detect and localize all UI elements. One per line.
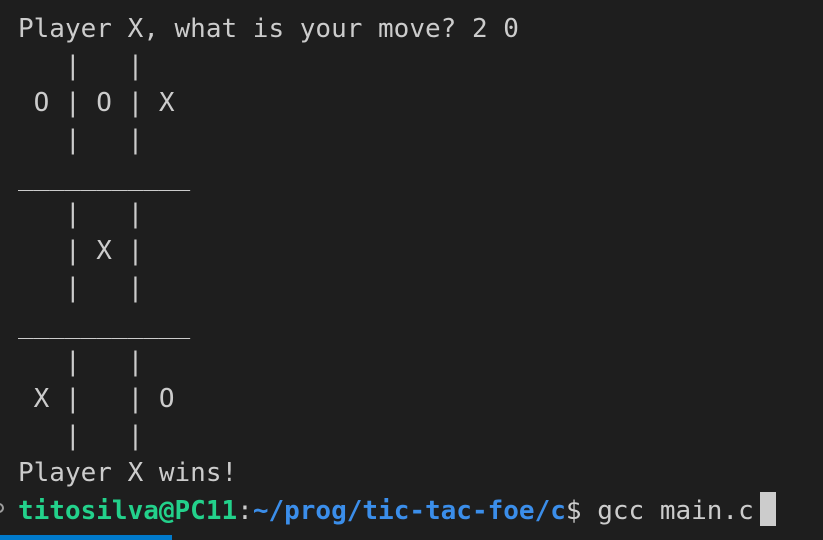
shell-prompt-line[interactable]: titosilva@PC11:~/prog/tic-tac-foe/c$ gcc…: [18, 492, 776, 529]
board-row-1-cells: O | O | X: [18, 88, 175, 118]
board-row-3-bottom: | |: [18, 421, 144, 451]
win-message-line: Player X wins!: [18, 458, 238, 488]
prompt-separator: :: [237, 496, 253, 526]
board-row-2-cells: | X |: [18, 236, 144, 266]
prompt-dollar: $: [565, 496, 582, 526]
board-divider-1: ___________: [18, 162, 191, 192]
board-row-2-bottom: | |: [18, 273, 144, 303]
board-row-3-cells: X | | O: [18, 384, 175, 414]
board-divider-2: ___________: [18, 310, 191, 340]
board-row-1-top: | |: [18, 51, 144, 81]
board-row-3-top: | |: [18, 347, 144, 377]
move-prompt-line: Player X, what is your move? 2 0: [18, 14, 519, 44]
board-row-1-bottom: | |: [18, 125, 144, 155]
command-input[interactable]: gcc main.c: [582, 496, 754, 526]
board-row-2-top: | |: [18, 199, 144, 229]
circle-decoration-icon: [0, 503, 4, 513]
terminal-panel[interactable]: Player X, what is your move? 2 0 | | O |…: [0, 0, 823, 540]
text-cursor: [759, 492, 776, 526]
panel-accent-bar: [0, 535, 172, 540]
prompt-user-host: titosilva@PC11: [18, 496, 238, 526]
prompt-path: ~/prog/tic-tac-foe/c: [252, 496, 566, 526]
